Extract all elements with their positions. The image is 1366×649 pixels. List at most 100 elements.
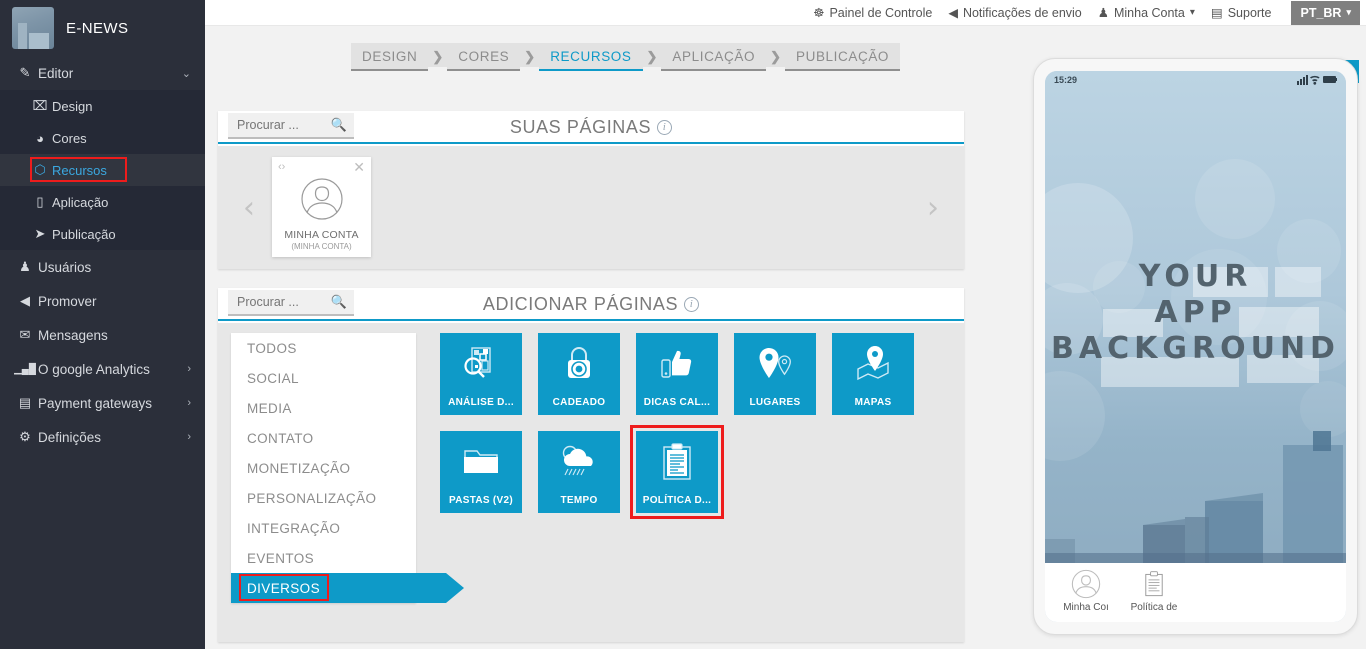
sidebar-item-payment-gateways[interactable]: ▤ Payment gateways › (0, 386, 205, 420)
sidebar-item-aplicacao[interactable]: ▯ Aplicação (0, 186, 205, 218)
category-item-diversos[interactable]: DIVERSOS (231, 573, 464, 603)
page-card-sublabel: (MINHA CONTA) (291, 242, 352, 251)
add-pages-title-wrap: ADICIONAR PÁGINAS i (218, 294, 964, 315)
breadcrumb-item-publicacao[interactable]: PUBLICAÇÃO (785, 43, 901, 71)
sidebar-item-editor[interactable]: ✎ Editor ⌄ (0, 56, 205, 90)
page-title: ADICIONAR PÁGINAS (482, 294, 679, 314)
status-time: 15:29 (1054, 75, 1078, 85)
info-icon[interactable]: i (657, 120, 673, 135)
breadcrumb-item-design[interactable]: DESIGN (351, 43, 429, 71)
sidebar-item-label: Mensagens (38, 327, 108, 343)
tile-lugares[interactable]: LUGARES (734, 333, 816, 415)
category-item-integracao[interactable]: INTEGRAÇÃO (231, 513, 416, 543)
tile-analise[interactable]: ANÁLISE D... (440, 333, 522, 415)
sidebar-item-label: Editor (38, 65, 74, 81)
chevron-right-icon: › (187, 363, 191, 375)
tile-cadeado[interactable]: CADEADO (538, 333, 620, 415)
sidebar-editor-group: ⌧ Design ◕ Cores ⬡ Recursos ▯ Aplicação … (0, 90, 205, 250)
tile-dicas[interactable]: DICAS CAL... (636, 333, 718, 415)
phone-status-bar: 15:29 (1045, 71, 1346, 89)
sliders-icon: ⚙ (19, 429, 31, 444)
tile-politica[interactable]: POLÍTICA D... (630, 425, 724, 519)
category-item-todos[interactable]: TODOS (231, 333, 416, 363)
padlock-icon (538, 341, 620, 387)
phone-tab-politica[interactable]: Política de (1123, 569, 1185, 613)
sidebar-item-cores[interactable]: ◕ Cores (0, 122, 205, 154)
topbar-item-painel-de-controle[interactable]: ☸ Painel de Controle (813, 5, 933, 21)
tile-mapas[interactable]: MAPAS (832, 333, 914, 415)
phone-background-text: YOUR APP BACKGROUND (1045, 259, 1346, 367)
account-avatar-icon (1071, 569, 1101, 599)
chevron-right-icon: › (187, 397, 191, 409)
bg-text-line-3: BACKGROUND (1051, 331, 1340, 366)
tile-pastas[interactable]: PASTAS (V2) (440, 431, 522, 513)
your-pages-panel: 🔍 SUAS PÁGINAS i ‹ › ‹› ✕ MIN (218, 111, 964, 269)
phone-tab-minha-conta[interactable]: Minha Coı (1055, 569, 1117, 613)
skyline-art (1045, 431, 1346, 563)
language-selector[interactable]: PT_BR ▾ (1291, 0, 1360, 25)
phone-icon: ▯ (36, 194, 44, 209)
sidebar-item-mensagens[interactable]: ✉ Mensagens (0, 318, 205, 352)
phone-tab-label: Política de (1130, 602, 1178, 613)
tile-label: TEMPO (560, 495, 598, 506)
add-pages-panel: 🔍 ADICIONAR PÁGINAS i TODOS SOCIAL MEDIA… (218, 288, 964, 642)
map-icon (832, 341, 914, 387)
sidebar-item-label: Publicação (52, 226, 116, 242)
sidebar-item-promover[interactable]: ◀ Promover (0, 284, 205, 318)
category-item-monetizacao[interactable]: MONETIZAÇÃO (231, 453, 416, 483)
map-pin-icon (734, 341, 816, 387)
sidebar-item-usuarios[interactable]: ♟ Usuários (0, 250, 205, 284)
sidebar-item-definicoes[interactable]: ⚙ Definições › (0, 420, 205, 454)
brand[interactable]: E-NEWS (0, 0, 205, 56)
bar-chart-icon: ▁▄█ (14, 363, 36, 375)
topbar-item-label: Notificações de envio (962, 5, 1082, 20)
sidebar-item-label: O google Analytics (38, 361, 150, 377)
phone-tab-bar: Minha Coı Política de (1045, 563, 1346, 622)
phone-tab-label: Minha Coı (1063, 602, 1109, 613)
topbar-item-minha-conta[interactable]: ♟ Minha Conta ▾ (1097, 5, 1195, 21)
info-icon[interactable]: i (684, 297, 700, 312)
topbar-item-label: Painel de Controle (829, 5, 933, 20)
caret-down-icon: ▾ (1346, 7, 1351, 17)
analysis-magnifier-icon (440, 341, 522, 387)
envelope-icon: ✉ (19, 327, 31, 342)
code-icon[interactable]: ‹› (278, 161, 285, 173)
box-icon: ⬡ (34, 162, 46, 177)
carousel-prev-icon[interactable]: ‹ (243, 190, 255, 225)
sidebar-item-design[interactable]: ⌧ Design (0, 90, 205, 122)
breadcrumb-item-cores[interactable]: CORES (447, 43, 521, 71)
close-icon[interactable]: ✕ (353, 159, 365, 176)
topbar-item-suporte[interactable]: ▤ Suporte (1211, 5, 1272, 21)
chevron-down-icon: ⌄ (181, 67, 191, 80)
carousel-next-icon[interactable]: › (927, 190, 939, 225)
sidebar-item-recursos[interactable]: ⬡ Recursos (0, 154, 205, 186)
breadcrumb-separator-icon: ❯ (642, 43, 662, 67)
category-item-eventos[interactable]: EVENTOS (231, 543, 416, 573)
page-title: SUAS PÁGINAS (509, 117, 652, 137)
sidebar: E-NEWS ✎ Editor ⌄ ⌧ Design ◕ Cores ⬡ Rec… (0, 0, 205, 649)
your-pages-title-wrap: SUAS PÁGINAS i (218, 117, 964, 138)
category-item-social[interactable]: SOCIAL (231, 363, 416, 393)
tile-label: CADEADO (552, 397, 606, 408)
page-card-minha-conta[interactable]: ‹› ✕ MINHA CONTA (MINHA CONTA) (272, 157, 371, 257)
chevron-right-icon: › (187, 431, 191, 443)
breadcrumb-item-aplicacao[interactable]: APLICAÇÃO (661, 43, 767, 71)
user-icon: ♟ (1097, 6, 1109, 20)
tile-label: POLÍTICA D... (642, 495, 712, 506)
topbar: ☸ Painel de Controle ◀ Notificações de e… (205, 0, 1366, 26)
breadcrumb-item-recursos[interactable]: RECURSOS (539, 43, 643, 71)
sidebar-item-publicacao[interactable]: ➤ Publicação (0, 218, 205, 250)
clipboard-icon (636, 439, 718, 485)
your-pages-header: 🔍 SUAS PÁGINAS i (218, 111, 964, 144)
breadcrumb: DESIGN ❯ CORES ❯ RECURSOS ❯ APLICAÇÃO ❯ … (351, 43, 901, 71)
sidebar-item-google-analytics[interactable]: ▁▄█ O google Analytics › (0, 352, 205, 386)
category-item-personalizacao[interactable]: PERSONALIZAÇÃO (231, 483, 416, 513)
category-item-label: DIVERSOS (247, 580, 320, 596)
app-logo-icon (12, 7, 54, 49)
caret-down-icon: ▾ (1189, 7, 1195, 18)
category-item-contato[interactable]: CONTATO (231, 423, 416, 453)
tile-tempo[interactable]: TEMPO (538, 431, 620, 513)
topbar-item-notificacoes[interactable]: ◀ Notificações de envio (948, 5, 1082, 21)
megaphone-icon: ◀ (20, 293, 30, 308)
category-item-media[interactable]: MEDIA (231, 393, 416, 423)
